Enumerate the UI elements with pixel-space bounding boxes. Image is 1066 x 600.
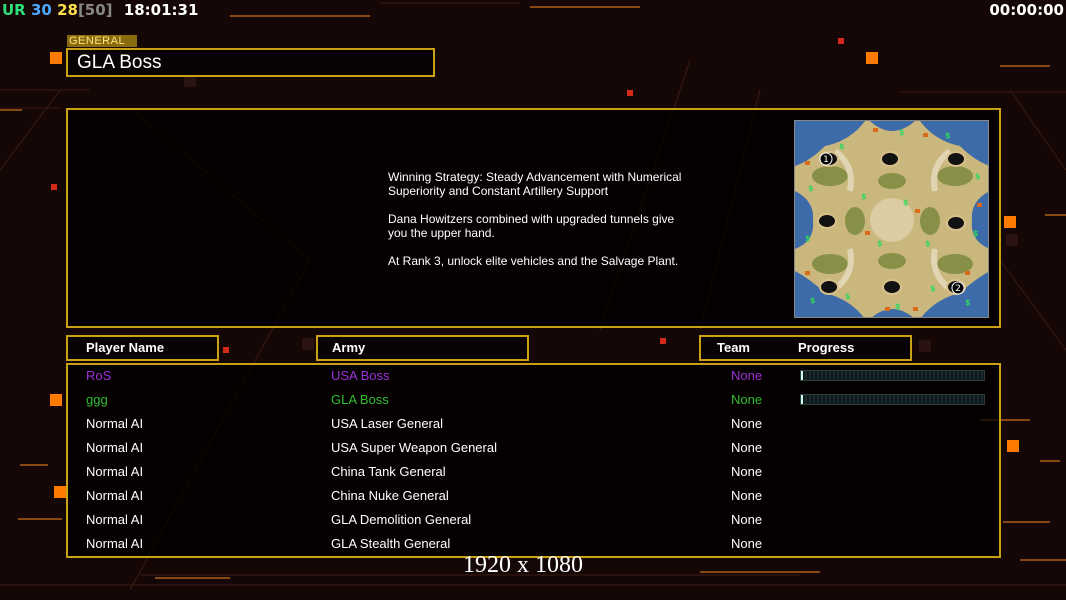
header-team-progress: Team Progress: [699, 335, 912, 361]
hud-stats: UR 30 28[50] 18:01:31: [2, 1, 198, 19]
progress-fill: [801, 371, 803, 380]
player-name: Normal AI: [86, 512, 144, 527]
svg-text:$: $: [930, 284, 936, 293]
player-team: None: [731, 512, 763, 527]
stat-c: [50]: [77, 1, 113, 19]
svg-text:$: $: [973, 229, 979, 238]
system-clock: 18:01:31: [123, 1, 199, 19]
svg-text:$: $: [925, 239, 931, 248]
briefing-text: Winning Strategy: Steady Advancement wit…: [388, 170, 682, 268]
player-name: ggg: [86, 392, 108, 407]
header-player-name-label: Player Name: [86, 340, 165, 355]
briefing-panel: Winning Strategy: Steady Advancement wit…: [66, 108, 1001, 328]
svg-text:$: $: [975, 172, 981, 181]
stat-a: 30: [30, 1, 52, 19]
player-team: None: [731, 440, 763, 455]
player-team: None: [731, 464, 763, 479]
player-team: None: [731, 536, 763, 551]
general-tag: GENERAL: [67, 35, 137, 47]
header-player-name: Player Name: [66, 335, 219, 361]
svg-text:$: $: [903, 198, 909, 207]
player-army: China Tank General: [331, 464, 446, 479]
player-row[interactable]: Normal AI GLA Demolition General None: [68, 511, 999, 535]
player-row[interactable]: RoS USA Boss None: [68, 367, 999, 391]
player-name: Normal AI: [86, 440, 144, 455]
player-row[interactable]: Normal AI China Tank General None: [68, 463, 999, 487]
general-title: GLA Boss: [66, 48, 435, 77]
svg-text:$: $: [845, 292, 851, 301]
player-name: Normal AI: [86, 536, 144, 551]
svg-text:$: $: [945, 131, 951, 140]
player-name: Normal AI: [86, 416, 144, 431]
stat-b: 28: [57, 1, 78, 19]
svg-text:$: $: [895, 302, 901, 311]
svg-text:$: $: [808, 184, 814, 193]
player-army: USA Super Weapon General: [331, 440, 497, 455]
svg-text:$: $: [810, 296, 816, 305]
ur-label: UR: [2, 1, 26, 19]
progress-bar: [800, 370, 985, 381]
player-army: China Nuke General: [331, 488, 449, 503]
header-army: Army: [316, 335, 529, 361]
player-army: GLA Boss: [331, 392, 389, 407]
player-list: RoS USA Boss None ggg GLA Boss None Normal AI U…: [66, 363, 1001, 558]
player-name: RoS: [86, 368, 112, 383]
header-army-label: Army: [332, 340, 366, 355]
player-team: None: [731, 368, 763, 383]
svg-text:$: $: [839, 142, 845, 151]
player-team: None: [731, 416, 763, 431]
svg-text:$: $: [899, 128, 905, 137]
player-row[interactable]: ggg GLA Boss None: [68, 391, 999, 415]
player-row[interactable]: Normal AI USA Laser General None: [68, 415, 999, 439]
player-team: None: [731, 392, 763, 407]
player-army: GLA Stealth General: [331, 536, 451, 551]
player-army: GLA Demolition General: [331, 512, 472, 527]
map-image: $ $ $ $ $ $ $ $ $ $ $ $ $ $ $ $ 1 2: [795, 121, 988, 317]
player-row[interactable]: Normal AI China Nuke General None: [68, 487, 999, 511]
player-name: Normal AI: [86, 464, 144, 479]
svg-text:1: 1: [823, 155, 829, 165]
player-army: USA Boss: [331, 368, 390, 383]
player-army: USA Laser General: [331, 416, 444, 431]
player-name: Normal AI: [86, 488, 144, 503]
resolution-label: 1920 x 1080: [463, 552, 583, 578]
player-row[interactable]: Normal AI USA Super Weapon General None: [68, 439, 999, 463]
map-preview: $ $ $ $ $ $ $ $ $ $ $ $ $ $ $ $ 1 2: [794, 120, 989, 318]
svg-text:$: $: [965, 298, 971, 307]
svg-text:2: 2: [955, 284, 961, 294]
progress-fill: [801, 395, 803, 404]
svg-text:$: $: [805, 234, 811, 243]
start-position-1: 1: [819, 152, 833, 166]
game-timer: 00:00:00: [989, 1, 1064, 19]
player-team: None: [731, 488, 763, 503]
start-position-2: 2: [951, 281, 965, 295]
progress-bar: [800, 394, 985, 405]
svg-text:$: $: [877, 239, 883, 248]
svg-text:$: $: [861, 192, 867, 201]
header-progress-label: Progress: [798, 340, 855, 355]
header-team-label: Team: [717, 340, 750, 355]
